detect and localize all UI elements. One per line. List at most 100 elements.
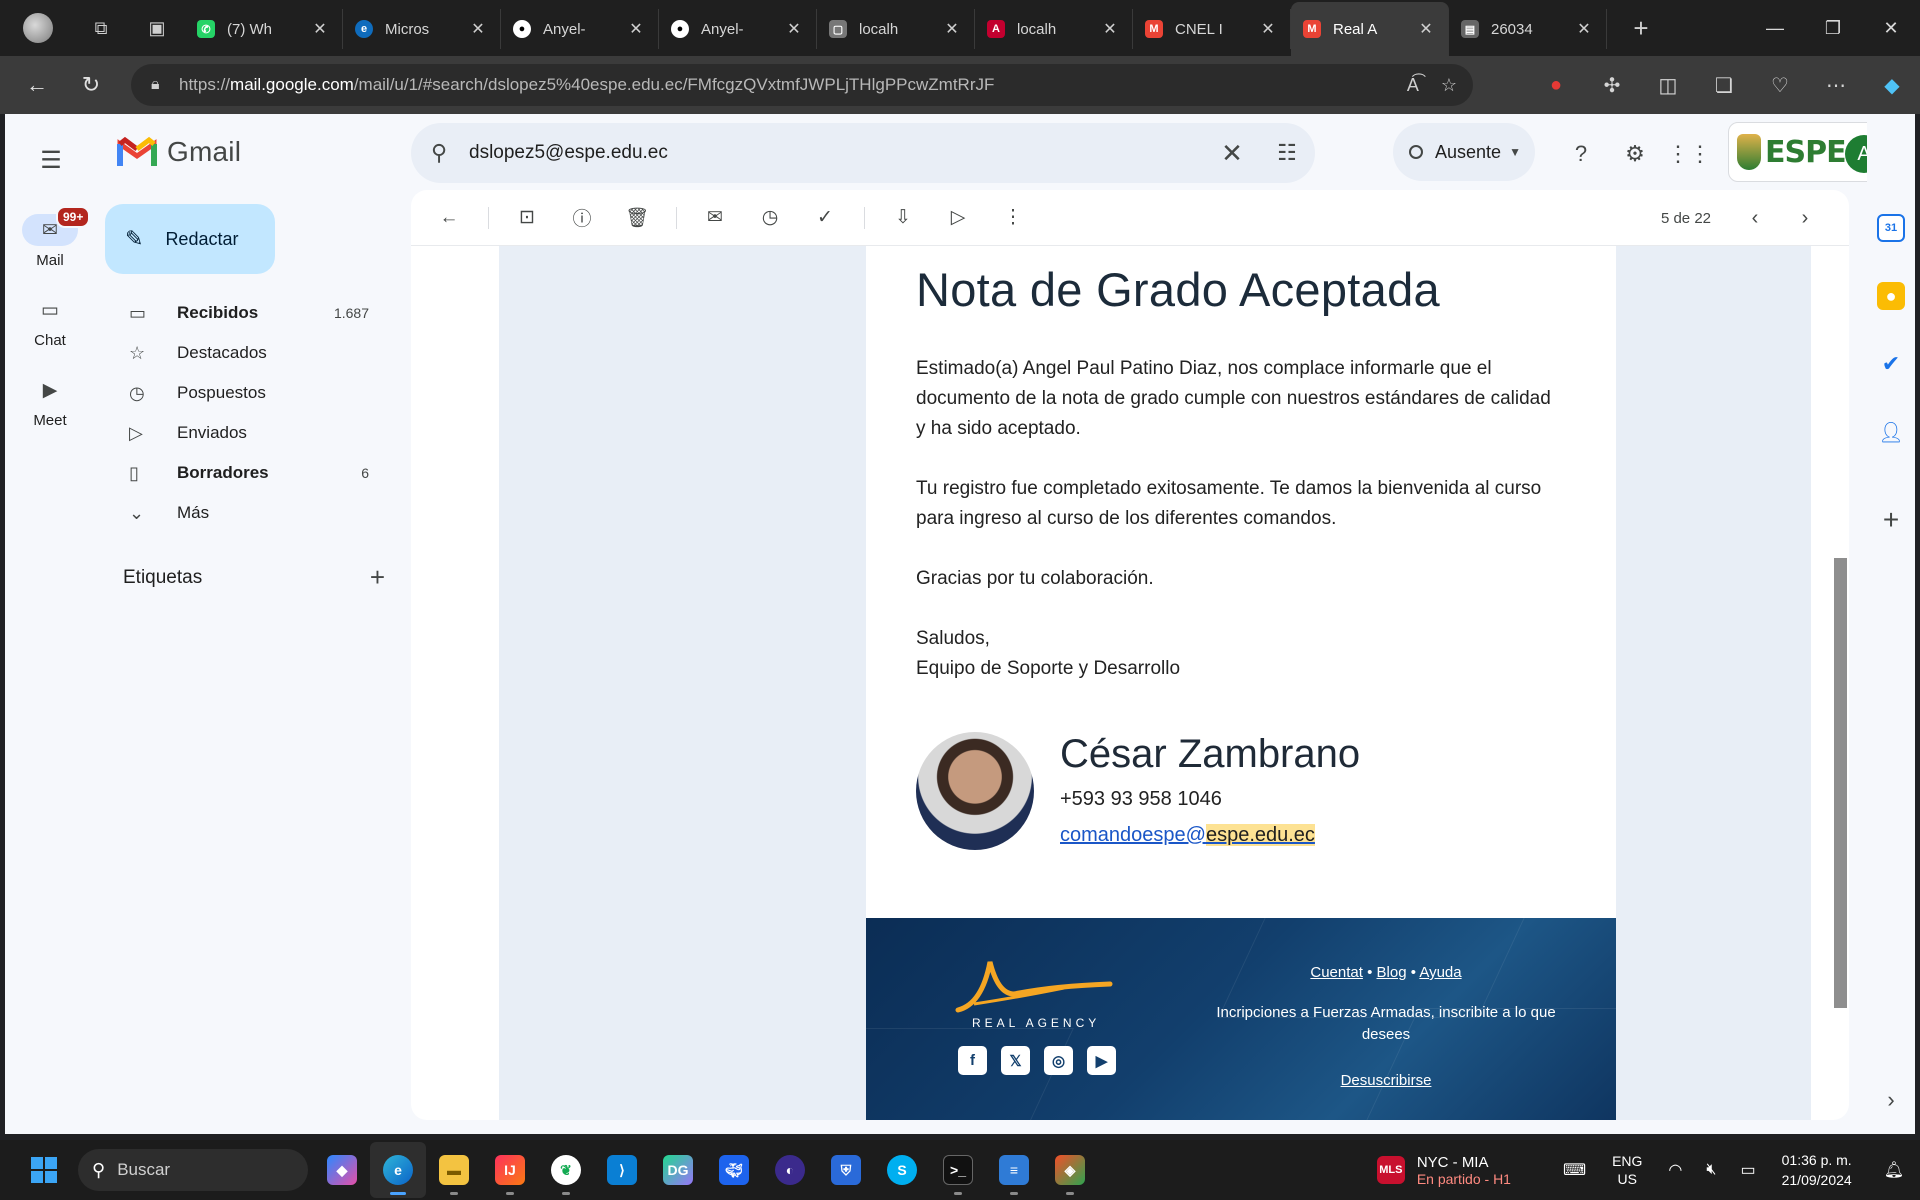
- mail-search-bar[interactable]: ⚲ dslopez5@espe.edu.ec ✕ ☷: [411, 123, 1315, 183]
- close-icon[interactable]: ✕: [468, 19, 488, 39]
- main-menu-icon[interactable]: ☰: [31, 140, 71, 180]
- taskbar-app-mongodb[interactable]: ❦: [538, 1142, 594, 1198]
- unsubscribe-link[interactable]: Desuscribirse: [1211, 1072, 1561, 1089]
- browser-tab-file[interactable]: ▤ 26034 ✕: [1449, 9, 1607, 49]
- archive-icon[interactable]: ⊡: [507, 198, 547, 238]
- close-icon[interactable]: ✕: [1100, 19, 1120, 39]
- sidebar-item-sent[interactable]: ▷ Enviados: [89, 413, 389, 453]
- address-bar[interactable]: 🔒︎ https://mail.google.com/mail/u/1/#sea…: [131, 64, 1473, 106]
- close-icon[interactable]: ✕: [626, 19, 646, 39]
- footer-link-blog[interactable]: Blog: [1377, 964, 1407, 981]
- close-icon[interactable]: ✕: [1574, 19, 1594, 39]
- notifications-bell-icon[interactable]: 🔔︎: [1884, 1160, 1904, 1180]
- browser-tab-microsoft[interactable]: e Micros ✕: [343, 9, 501, 49]
- battery-icon[interactable]: ▭: [1740, 1160, 1755, 1180]
- label-icon[interactable]: ▷: [938, 198, 978, 238]
- footer-link-account[interactable]: Cuentat: [1310, 964, 1363, 981]
- wifi-icon[interactable]: ◠: [1668, 1160, 1682, 1180]
- extensions-puzzle-icon[interactable]: ✣: [1584, 56, 1640, 114]
- facebook-icon[interactable]: f: [958, 1046, 987, 1075]
- browser-tab-cnel[interactable]: M CNEL I ✕: [1133, 9, 1291, 49]
- copilot-icon[interactable]: ◆: [1864, 56, 1920, 114]
- sports-widget[interactable]: MLS NYC - MIA En partido - H1: [1376, 1154, 1511, 1187]
- x-twitter-icon[interactable]: 𝕏: [1001, 1046, 1030, 1075]
- message-scrollbar[interactable]: [1834, 558, 1847, 1008]
- taskbar-app-intellij[interactable]: IJ: [482, 1142, 538, 1198]
- browser-tab-whatsapp[interactable]: ✆ (7) Wh ✕: [185, 9, 343, 49]
- browser-profile-avatar[interactable]: [23, 13, 53, 43]
- tasks-icon[interactable]: ✔: [1877, 350, 1905, 378]
- collections-icon[interactable]: ❏: [1696, 56, 1752, 114]
- browser-tab-localhost-1[interactable]: ▢ localh ✕: [817, 9, 975, 49]
- taskbar-search[interactable]: ⚲ Buscar: [78, 1149, 308, 1191]
- split-screen-icon[interactable]: ◫: [1640, 56, 1696, 114]
- more-vertical-icon[interactable]: ⋮: [993, 198, 1033, 238]
- rail-item-chat[interactable]: ▭ Chat: [15, 294, 85, 350]
- newer-chevron-icon[interactable]: ‹: [1735, 198, 1775, 238]
- youtube-icon[interactable]: ▶: [1087, 1046, 1116, 1075]
- clock[interactable]: 01:36 p. m. 21/09/2024: [1782, 1150, 1852, 1190]
- close-window-icon[interactable]: ✕: [1862, 0, 1920, 56]
- taskbar-app-docker[interactable]: 🐳︎: [706, 1142, 762, 1198]
- refresh-icon[interactable]: ↻: [64, 64, 118, 106]
- taskbar-app-notepad[interactable]: ≡: [986, 1142, 1042, 1198]
- browser-essentials-icon[interactable]: ♡: [1752, 56, 1808, 114]
- browser-tab-localhost-2[interactable]: A localh ✕: [975, 9, 1133, 49]
- close-icon[interactable]: ✕: [784, 19, 804, 39]
- rail-item-mail[interactable]: ✉ 99+ Mail: [15, 206, 91, 269]
- favorite-star-icon[interactable]: ☆: [1441, 75, 1457, 96]
- back-arrow-icon[interactable]: ←: [10, 64, 64, 106]
- add-task-icon[interactable]: ✓: [805, 198, 845, 238]
- close-icon[interactable]: ✕: [942, 19, 962, 39]
- status-selector[interactable]: Ausente ▼: [1393, 123, 1535, 181]
- taskbar-app-vscode[interactable]: ⟩: [594, 1142, 650, 1198]
- search-options-icon[interactable]: ☷: [1259, 140, 1315, 166]
- snooze-icon[interactable]: ◷: [750, 198, 790, 238]
- taskbar-app-terminal[interactable]: >_: [930, 1142, 986, 1198]
- delete-icon[interactable]: 🗑︎: [617, 198, 657, 238]
- report-spam-icon[interactable]: ⓘ: [562, 198, 602, 238]
- hide-panel-chevron-icon[interactable]: ›: [1877, 1086, 1905, 1114]
- minimize-icon[interactable]: —: [1746, 0, 1804, 56]
- workspaces-icon[interactable]: ⧉: [73, 8, 129, 48]
- close-icon[interactable]: ✕: [1416, 19, 1436, 39]
- browser-tab-github-2[interactable]: ● Anyel- ✕: [659, 9, 817, 49]
- compose-button[interactable]: ✎ Redactar: [105, 204, 275, 274]
- taskbar-app-datagrip[interactable]: DG: [650, 1142, 706, 1198]
- read-aloud-icon[interactable]: A͡: [1407, 75, 1419, 96]
- move-to-icon[interactable]: ⇩: [883, 198, 923, 238]
- new-tab-button[interactable]: +: [1617, 8, 1665, 48]
- start-button[interactable]: [16, 1142, 72, 1198]
- keep-icon[interactable]: ●: [1877, 282, 1905, 310]
- keyboard-icon[interactable]: ⌨: [1563, 1160, 1586, 1180]
- taskbar-app-eclipse[interactable]: ◐: [762, 1142, 818, 1198]
- back-to-list-icon[interactable]: ←: [429, 198, 469, 238]
- search-icon[interactable]: ⚲: [431, 140, 469, 166]
- sidebar-item-inbox[interactable]: ▭ Recibidos 1.687: [89, 293, 389, 333]
- taskbar-app-security[interactable]: ⛨: [818, 1142, 874, 1198]
- muted-volume-icon[interactable]: 🔇︎: [1706, 1161, 1716, 1179]
- browser-tab-github-1[interactable]: ● Anyel- ✕: [501, 9, 659, 49]
- taskbar-app-explorer[interactable]: ▬: [426, 1142, 482, 1198]
- footer-link-help[interactable]: Ayuda: [1419, 964, 1461, 981]
- tab-actions-icon[interactable]: ▣: [129, 8, 185, 48]
- taskbar-app-git[interactable]: ◈: [1042, 1142, 1098, 1198]
- gmail-logo[interactable]: Gmail: [117, 136, 241, 168]
- add-addon-icon[interactable]: +: [1877, 504, 1905, 535]
- browser-tab-real-agency[interactable]: M Real A ✕: [1291, 2, 1449, 56]
- calendar-icon[interactable]: 31: [1877, 214, 1905, 242]
- search-input[interactable]: dslopez5@espe.edu.ec: [469, 142, 1205, 164]
- more-options-icon[interactable]: ⋯: [1808, 56, 1864, 114]
- sidebar-item-starred[interactable]: ☆ Destacados: [89, 333, 389, 373]
- restore-icon[interactable]: ❐: [1804, 0, 1862, 56]
- language-indicator[interactable]: ENG US: [1612, 1152, 1642, 1188]
- apps-grid-icon[interactable]: ⋮⋮: [1667, 134, 1711, 174]
- taskbar-app-edge[interactable]: e: [370, 1142, 426, 1198]
- contacts-icon[interactable]: 👤︎: [1877, 418, 1905, 446]
- rail-item-meet[interactable]: ▶ Meet: [15, 374, 85, 430]
- extension-badge-icon[interactable]: ●: [1528, 56, 1584, 114]
- older-chevron-icon[interactable]: ›: [1785, 198, 1825, 238]
- mark-unread-icon[interactable]: ✉: [695, 198, 735, 238]
- add-label-icon[interactable]: +: [370, 562, 385, 593]
- taskbar-app-copilot[interactable]: ◆: [314, 1142, 370, 1198]
